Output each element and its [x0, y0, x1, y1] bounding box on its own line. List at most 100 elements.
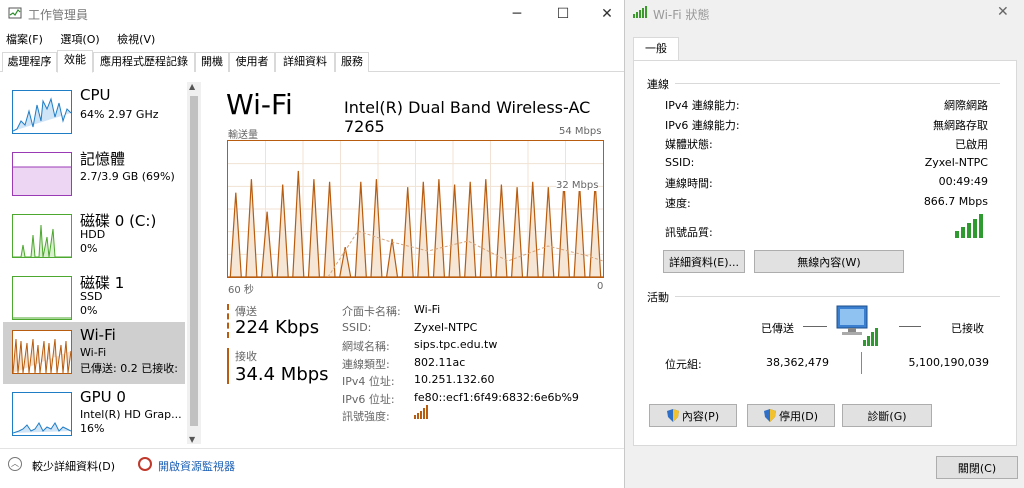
sidebar-item-title: 記憶體 [80, 150, 126, 168]
graph-time-right: 0 [597, 281, 604, 292]
sent-label: 已傳送 [761, 322, 794, 335]
graph-label: 輸送量 [228, 130, 258, 141]
dialog-title: Wi-Fi 狀態 [653, 8, 710, 22]
sidebar-item-gpu[interactable]: GPU 0 Intel(R) HD Grap... 16% [3, 384, 185, 446]
close-icon: ✕ [601, 6, 613, 22]
scroll-up-icon[interactable]: ▲ [189, 82, 195, 91]
signal-quality-label: 訊號品質: [665, 226, 713, 239]
tab-startup[interactable]: 開機 [195, 52, 229, 72]
network-computer-icon [835, 304, 883, 351]
minimize-button[interactable]: ─ [494, 0, 540, 28]
menu-bar: 檔案(F) 選項(O) 檢視(V) [6, 31, 169, 47]
detail-label: 介面卡名稱: [342, 305, 401, 318]
activity-group-line [675, 296, 1000, 297]
status-row-value: 已啟用 [955, 138, 988, 151]
tab-users[interactable]: 使用者 [229, 52, 275, 72]
sidebar-item-disk0[interactable]: 磁碟 0 (C:) HDD 0% [3, 206, 185, 268]
tab-app-history[interactable]: 應用程式歷程記錄 [93, 52, 195, 72]
bytes-sent: 38,362,479 [766, 356, 829, 369]
sidebar-item-line1: HDD [80, 228, 106, 241]
sidebar-item-line1: 2.7/3.9 GB (69%) [80, 170, 175, 183]
details-button[interactable]: 詳細資料(E)... [663, 250, 745, 273]
sidebar-item-cpu[interactable]: CPU 64% 2.97 GHz [3, 82, 185, 144]
close-dialog-button[interactable]: 關閉(C) [936, 456, 1018, 479]
properties-button[interactable]: 內容(P) [649, 404, 737, 427]
task-manager-icon [8, 6, 22, 20]
disable-button[interactable]: 停用(D) [747, 404, 835, 427]
chevron-up-icon[interactable]: ︿ [8, 457, 22, 471]
tab-services[interactable]: 服務 [335, 52, 369, 72]
bytes-received: 5,100,190,039 [908, 356, 989, 369]
minimize-icon: ─ [512, 6, 522, 22]
graph-mid-label: 32 Mbps [556, 180, 599, 191]
graph-max-label: 54 Mbps [559, 126, 602, 137]
menu-view[interactable]: 檢視(V) [117, 33, 155, 46]
window-title: 工作管理員 [28, 8, 89, 22]
detail-label: 訊號強度: [342, 410, 390, 423]
memory-thumbnail [12, 152, 72, 196]
wifi-status-dialog: Wi-Fi 狀態 ✕ 一般 連線 IPv4 連線能力: 網際網路 IPv6 連線能力… [624, 0, 1024, 488]
detail-value: sips.tpc.edu.tw [414, 338, 498, 351]
maximize-button[interactable]: ☐ [540, 0, 586, 28]
disk0-thumbnail [12, 214, 72, 258]
throughput-graph-svg [228, 141, 604, 278]
received-label: 已接收 [951, 322, 984, 335]
graph-time-left: 60 秒 [228, 285, 254, 296]
sidebar-scrollbar[interactable]: ▲ ▼ [187, 82, 201, 444]
detail-label: IPv6 位址: [342, 392, 395, 406]
scroll-down-icon[interactable]: ▼ [189, 435, 195, 444]
sidebar-item-title: GPU 0 [80, 388, 126, 406]
tab-processes[interactable]: 處理程序 [2, 52, 57, 72]
wifi-signal-icon [633, 6, 649, 21]
status-row-value: Zyxel-NTPC [924, 155, 988, 169]
send-legend-line [227, 304, 229, 338]
fewer-details-link[interactable]: 較少詳細資料(D) [32, 458, 115, 474]
sidebar-item-title: Wi-Fi [80, 326, 116, 344]
status-row-value: 866.7 Mbps [923, 194, 988, 208]
bytes-divider [861, 352, 862, 374]
sidebar-item-wifi[interactable]: Wi-Fi Wi-Fi 已傳送: 0.2 已接收: 3 [3, 322, 185, 384]
status-row-value: 網際網路 [944, 99, 988, 112]
sidebar-item-line2: 16% [80, 422, 105, 435]
sidebar-item-memory[interactable]: 記憶體 2.7/3.9 GB (69%) [3, 144, 185, 206]
wifi-thumbnail [12, 330, 72, 374]
footer-divider [0, 448, 624, 449]
signal-strength-icon [414, 405, 430, 422]
send-value: 224 Kbps [235, 317, 320, 338]
detail-label: SSID: [342, 320, 372, 334]
recv-label: 接收 [235, 350, 257, 363]
connection-group-line [675, 83, 1000, 84]
menu-options[interactable]: 選項(O) [60, 33, 99, 46]
menu-file[interactable]: 檔案(F) [6, 33, 43, 46]
sidebar-item-disk1[interactable]: 磁碟 1 SSD 0% [3, 268, 185, 330]
diagnose-button[interactable]: 診斷(G) [842, 404, 932, 427]
detail-label: 連線類型: [342, 357, 390, 371]
disable-label: 停用(D) [778, 409, 819, 423]
tab-performance[interactable]: 效能 [57, 50, 93, 73]
dialog-close-icon[interactable]: ✕ [997, 4, 1009, 20]
detail-value: Wi-Fi [414, 303, 441, 316]
tab-general[interactable]: 一般 [633, 37, 679, 61]
sidebar-item-line1: Intel(R) HD Grap... [80, 408, 182, 421]
uac-shield-icon [763, 409, 776, 422]
wireless-properties-button[interactable]: 無線內容(W) [754, 250, 904, 273]
open-resource-monitor-link[interactable]: 開啟資源監視器 [158, 458, 235, 474]
sidebar-item-line1: Wi-Fi [80, 346, 107, 359]
status-row-label: 連線時間: [665, 177, 713, 190]
detail-label: IPv4 位址: [342, 375, 395, 388]
gpu-thumbnail [12, 392, 72, 436]
signal-quality-icon [955, 214, 985, 241]
tab-details[interactable]: 詳細資料 [275, 52, 335, 72]
detail-label: 網域名稱: [342, 340, 390, 353]
status-row-value: 無網路存取 [933, 118, 988, 132]
scrollbar-thumb[interactable] [190, 96, 198, 426]
sidebar-item-line2: 0% [80, 242, 98, 255]
disk1-thumbnail [12, 276, 72, 320]
activity-group-label: 活動 [647, 291, 669, 304]
recv-legend-line [227, 348, 229, 384]
detail-value: Zyxel-NTPC [414, 320, 478, 334]
task-manager-window: 工作管理員 ─ ☐ ✕ 檔案(F) 選項(O) 檢視(V) 處理程序 效能 應用… [0, 0, 624, 488]
sidebar-item-line1: SSD [80, 290, 103, 303]
throughput-graph [227, 140, 604, 278]
connection-group-label: 連線 [647, 78, 669, 91]
